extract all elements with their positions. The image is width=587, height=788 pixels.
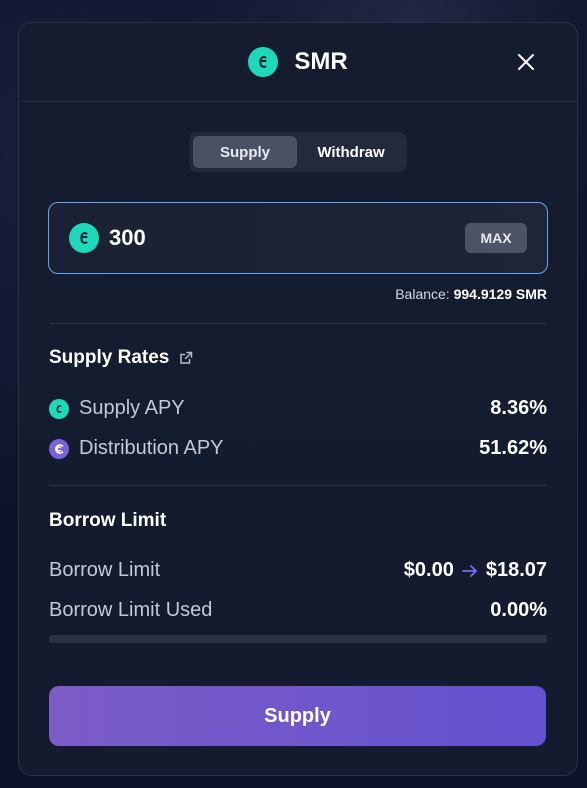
borrow-limit-used-row: Borrow Limit Used 0.00% xyxy=(49,599,547,622)
smr-token-icon xyxy=(49,398,69,419)
supply-rates-title: Supply Rates xyxy=(49,347,170,368)
supply-modal: SMR Supply Withdraw MAX Balance: 994.912… xyxy=(18,22,578,776)
balance-readout: Balance: 994.9129 SMR xyxy=(395,286,547,302)
supply-apy-label: Supply APY xyxy=(79,397,185,419)
arrow-right-icon xyxy=(461,564,477,577)
distribution-apy-value: 51.62% xyxy=(479,437,547,459)
borrow-limit-title: Borrow Limit xyxy=(49,510,167,531)
supply-button[interactable]: Supply xyxy=(49,686,546,746)
amount-input[interactable] xyxy=(109,225,465,251)
amount-field[interactable]: MAX xyxy=(48,202,548,274)
tab-supply[interactable]: Supply xyxy=(193,136,297,168)
close-button[interactable] xyxy=(515,51,537,73)
modal-title-group: SMR xyxy=(248,47,348,77)
close-icon xyxy=(518,54,534,70)
supply-rates-heading: Supply Rates xyxy=(49,347,193,369)
balance-label: Balance: xyxy=(395,286,450,302)
smr-token-icon xyxy=(248,47,279,77)
tab-withdraw[interactable]: Withdraw xyxy=(299,136,403,168)
modal-title: SMR xyxy=(294,48,348,75)
modal-header: SMR xyxy=(19,23,577,102)
smr-token-icon xyxy=(69,223,99,253)
borrow-limit-from: $0.00 xyxy=(403,559,454,581)
distribution-token-icon xyxy=(49,438,69,459)
borrow-limit-progress-bar xyxy=(49,635,547,643)
external-link-icon[interactable] xyxy=(179,351,193,365)
borrow-limit-used-value: 0.00% xyxy=(490,599,547,621)
supply-apy-value: 8.36% xyxy=(490,397,547,419)
borrow-limit-row: Borrow Limit $0.00 $18.07 xyxy=(49,559,547,582)
borrow-limit-used-label: Borrow Limit Used xyxy=(49,599,213,621)
divider xyxy=(49,323,547,324)
distribution-apy-row: Distribution APY 51.62% xyxy=(49,437,547,460)
distribution-apy-label: Distribution APY xyxy=(79,437,224,459)
borrow-limit-heading: Borrow Limit xyxy=(49,510,166,532)
divider xyxy=(49,485,547,486)
supply-withdraw-tabs: Supply Withdraw xyxy=(189,132,407,172)
balance-value: 994.9129 SMR xyxy=(453,286,547,302)
borrow-limit-label: Borrow Limit xyxy=(49,559,161,581)
supply-apy-row: Supply APY 8.36% xyxy=(49,397,547,420)
borrow-limit-to: $18.07 xyxy=(485,559,547,581)
max-button[interactable]: MAX xyxy=(465,223,527,253)
